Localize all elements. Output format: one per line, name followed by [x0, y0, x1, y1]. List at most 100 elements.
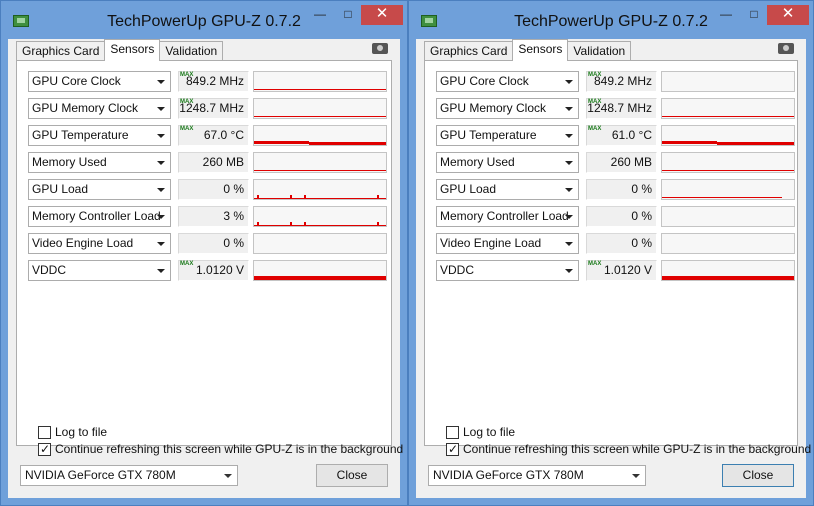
- close-icon[interactable]: ✕: [361, 5, 403, 25]
- continue-refresh-checkbox[interactable]: [38, 442, 51, 456]
- graph-line: [254, 170, 386, 171]
- graph-line: [309, 142, 386, 145]
- graph-baseline: [254, 225, 386, 226]
- sensor-row: Memory Used 260 MB: [28, 152, 387, 173]
- sensor-select[interactable]: Memory Controller Load: [436, 206, 579, 227]
- sensor-select[interactable]: GPU Memory Clock: [28, 98, 171, 119]
- sensor-row: GPU Core Clock MAX 849.2 MHz: [436, 71, 795, 92]
- graph-spike: [377, 195, 379, 199]
- sensor-select[interactable]: GPU Load: [28, 179, 171, 200]
- graph-line: [662, 170, 794, 171]
- maximize-icon[interactable]: □: [741, 5, 767, 25]
- tab-graphics-card[interactable]: Graphics Card: [424, 41, 514, 61]
- sensor-value-text: 849.2 MHz: [593, 74, 652, 88]
- sensor-label: Video Engine Load: [32, 236, 134, 250]
- close-icon[interactable]: ✕: [767, 5, 809, 25]
- sensor-graph-svg: [662, 141, 794, 145]
- sensor-row: Video Engine Load 0 %: [436, 233, 795, 254]
- sensor-row: Memory Controller Load 0 %: [436, 206, 795, 227]
- camera-icon[interactable]: [372, 43, 388, 54]
- sensor-graph-svg: [254, 234, 387, 254]
- sensor-graph: [253, 260, 387, 281]
- sensor-row: Video Engine Load 0 %: [28, 233, 387, 254]
- gpu-select[interactable]: NVIDIA GeForce GTX 780M: [428, 465, 646, 486]
- sensor-select[interactable]: GPU Load: [436, 179, 579, 200]
- tab-strip: Graphics Card Sensors Validation: [424, 39, 632, 61]
- log-to-file-checkbox[interactable]: [38, 426, 51, 439]
- sensor-value-text: 61.0 °C: [611, 128, 652, 142]
- close-button[interactable]: Close: [316, 464, 388, 487]
- chevron-down-icon: [224, 474, 232, 478]
- sensor-graph-svg: [662, 72, 795, 92]
- sensor-row: GPU Load 0 %: [436, 179, 795, 200]
- tab-sensors[interactable]: Sensors: [104, 39, 161, 61]
- graph-line: [717, 142, 794, 145]
- sensor-select[interactable]: GPU Core Clock: [28, 71, 171, 92]
- chevron-down-icon: [565, 80, 573, 84]
- graph-bar: [662, 276, 794, 280]
- chevron-down-icon: [632, 474, 640, 478]
- sensor-graph-svg: [254, 170, 386, 171]
- chevron-down-icon: [157, 134, 165, 138]
- graph-bar: [254, 276, 386, 280]
- camera-icon[interactable]: [778, 43, 794, 54]
- continue-refresh-checkbox[interactable]: [446, 442, 459, 456]
- sensor-row: Memory Controller Load 3 %: [28, 206, 387, 227]
- sensor-graph: [253, 125, 387, 146]
- sensor-select[interactable]: VDDC: [28, 260, 171, 281]
- sensor-value-text: 0 %: [631, 209, 652, 223]
- sensor-value-text: 1.0120 V: [195, 263, 244, 277]
- sensor-value: MAX 849.2 MHz: [586, 71, 657, 92]
- close-button[interactable]: Close: [722, 464, 794, 487]
- minimize-icon[interactable]: —: [713, 5, 739, 25]
- sensor-value: MAX 1.0120 V: [586, 260, 657, 281]
- sensor-select[interactable]: GPU Core Clock: [436, 71, 579, 92]
- sensor-value: MAX 61.0 °C: [586, 125, 657, 146]
- maximize-icon[interactable]: □: [335, 5, 361, 25]
- graph-line: [662, 197, 782, 198]
- sensor-select[interactable]: Video Engine Load: [28, 233, 171, 254]
- sensor-graph-svg: [254, 116, 386, 117]
- sensor-graph: [661, 179, 795, 200]
- log-to-file-checkbox[interactable]: [446, 426, 459, 439]
- sensor-row: Memory Used 260 MB: [436, 152, 795, 173]
- tab-graphics-card[interactable]: Graphics Card: [16, 41, 106, 61]
- sensor-value: MAX 67.0 °C: [178, 125, 249, 146]
- tab-validation[interactable]: Validation: [567, 41, 632, 61]
- sensor-label: GPU Load: [440, 182, 497, 196]
- sensor-select[interactable]: GPU Memory Clock: [436, 98, 579, 119]
- chevron-down-icon: [565, 215, 573, 219]
- tab-validation[interactable]: Validation: [159, 41, 224, 61]
- sensor-select[interactable]: Memory Used: [436, 152, 579, 173]
- sensor-value-text: 260 MB: [610, 155, 652, 169]
- tab-sensors[interactable]: Sensors: [512, 39, 569, 61]
- graph-line: [254, 141, 309, 144]
- sensor-graph: [253, 98, 387, 119]
- sensor-graph: [253, 179, 387, 200]
- sensor-value: 260 MB: [178, 152, 249, 173]
- sensor-select[interactable]: VDDC: [436, 260, 579, 281]
- sensor-value-text: 3 %: [223, 209, 244, 223]
- sensor-select[interactable]: Video Engine Load: [436, 233, 579, 254]
- gpu-select[interactable]: NVIDIA GeForce GTX 780M: [20, 465, 238, 486]
- sensor-select[interactable]: GPU Temperature: [28, 125, 171, 146]
- graph-spike: [304, 195, 306, 199]
- sensor-label: GPU Core Clock: [32, 74, 121, 88]
- graph-spike: [304, 222, 306, 226]
- sensor-select[interactable]: Memory Used: [28, 152, 171, 173]
- sensor-row: VDDC MAX 1.0120 V: [28, 260, 387, 281]
- titlebar[interactable]: TechPowerUp GPU-Z 0.7.2 — □ ✕: [1, 1, 407, 39]
- sensor-row: GPU Load 0 %: [28, 179, 387, 200]
- sensor-value: 0 %: [586, 179, 657, 200]
- sensor-value-text: 0 %: [223, 236, 244, 250]
- sensor-select[interactable]: GPU Temperature: [436, 125, 579, 146]
- sensor-graph-svg: [254, 195, 386, 199]
- minimize-icon[interactable]: —: [307, 5, 333, 25]
- max-indicator: MAX: [180, 99, 194, 105]
- chevron-down-icon: [157, 80, 165, 84]
- client-area: Graphics Card Sensors Validation GPU Cor…: [416, 39, 811, 498]
- client-area: Graphics Card Sensors Validation GPU Cor…: [8, 39, 403, 498]
- titlebar[interactable]: TechPowerUp GPU-Z 0.7.2 — □ ✕: [409, 1, 813, 39]
- chevron-down-icon: [565, 242, 573, 246]
- sensor-select[interactable]: Memory Controller Load: [28, 206, 171, 227]
